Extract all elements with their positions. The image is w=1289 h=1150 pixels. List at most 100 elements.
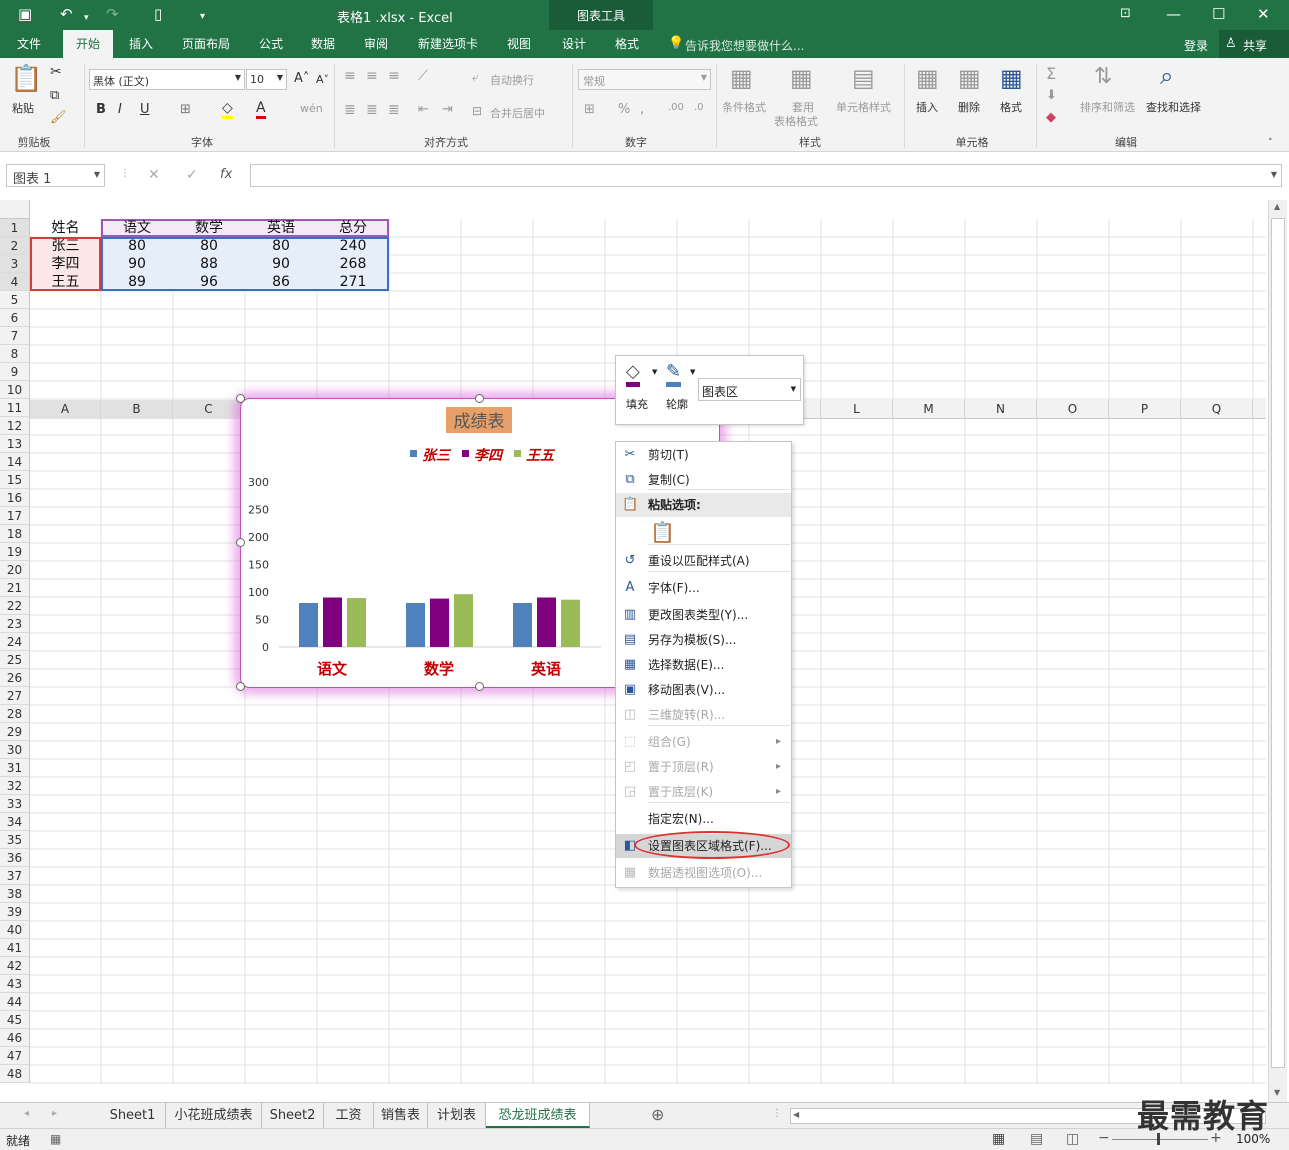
table-cell[interactable]: 240 [317,237,389,255]
scroll-down-icon[interactable]: ▼ [1274,1088,1280,1097]
paste-label[interactable]: 粘贴 [12,100,34,116]
align-left-icon[interactable]: ≣ [344,102,356,118]
row-header-27[interactable]: 27 [0,687,30,705]
row-header-18[interactable]: 18 [0,525,30,543]
align-top-icon[interactable]: ≡ [344,68,356,84]
row-header-46[interactable]: 46 [0,1029,30,1047]
row-header-9[interactable]: 9 [0,363,30,381]
column-header-l[interactable]: L [821,400,893,419]
table-cell[interactable]: 80 [245,237,317,255]
row-header-5[interactable]: 5 [0,291,30,309]
row-header-16[interactable]: 16 [0,489,30,507]
row-header-34[interactable]: 34 [0,813,30,831]
row-header-48[interactable]: 48 [0,1065,30,1083]
table-cell[interactable]: 王五 [30,273,101,291]
scroll-tabs-right-icon[interactable]: ▸ [52,1108,57,1119]
delete-cells-label[interactable]: 删除 [958,99,980,115]
menu-item[interactable]: 📋 粘贴选项: [616,493,791,517]
row-header-10[interactable]: 10 [0,381,30,399]
sheet-tab[interactable]: 计划表 [428,1103,486,1128]
column-header-b[interactable]: B [101,400,173,419]
menu-item[interactable]: ▣ 移动图表(V)... [616,678,791,702]
new-file-icon[interactable]: ▯ [154,5,162,23]
insert-cells-icon[interactable]: ▦ [916,64,939,92]
decrease-decimal-icon[interactable]: .0 [694,102,704,113]
format-cells-label[interactable]: 格式 [1000,99,1022,115]
resize-handle[interactable] [236,394,245,403]
tell-me-box[interactable]: 告诉我您想要做什么... [685,37,804,54]
column-header-q[interactable]: Q [1181,400,1253,419]
increase-indent-icon[interactable]: ⇥ [442,102,453,117]
share-button[interactable]: ♙ 共享 [1219,30,1289,58]
row-header-26[interactable]: 26 [0,669,30,687]
row-header-19[interactable]: 19 [0,543,30,561]
conditional-format-icon[interactable]: ▦ [730,64,753,92]
vertical-scroll-thumb[interactable] [1271,218,1285,1068]
decrease-indent-icon[interactable]: ⇤ [418,102,429,117]
sheet-tab[interactable]: 销售表 [374,1103,428,1128]
row-header-11[interactable]: 11 [0,399,30,417]
sheet-tab[interactable]: Sheet1 [100,1103,166,1128]
name-box[interactable]: 图表 1 ▼ [6,164,105,187]
fill-button[interactable]: ◇ ▼ 填充 [622,360,658,416]
row-header-43[interactable]: 43 [0,975,30,993]
row-header-15[interactable]: 15 [0,471,30,489]
table-cell[interactable]: 86 [245,273,317,291]
add-sheet-icon[interactable]: ⊕ [651,1105,664,1124]
table-cell[interactable]: 80 [101,237,173,255]
zoom-slider[interactable] [1112,1139,1208,1140]
conditional-format-label[interactable]: 条件格式 [722,99,766,115]
close-icon[interactable]: ✕ [1257,5,1270,23]
resize-handle[interactable] [236,538,245,547]
menu-item[interactable]: 指定宏(N)... [616,807,791,831]
row-header-30[interactable]: 30 [0,741,30,759]
table-cell[interactable]: 90 [245,255,317,273]
fill-icon[interactable]: ⬇ [1046,88,1057,103]
tab-data[interactable]: 数据 [300,30,346,58]
row-header-36[interactable]: 36 [0,849,30,867]
sheet-tab[interactable]: 恐龙班成绩表 [486,1103,590,1128]
row-header-47[interactable]: 47 [0,1047,30,1065]
resize-handle[interactable] [236,682,245,691]
row-header-8[interactable]: 8 [0,345,30,363]
table-header-cell[interactable]: 总分 [317,219,389,237]
row-header-20[interactable]: 20 [0,561,30,579]
resize-handle[interactable] [475,682,484,691]
orientation-icon[interactable]: ⟋ [418,68,428,84]
font-size-dropdown[interactable]: 10 ▼ [246,69,287,90]
row-header-32[interactable]: 32 [0,777,30,795]
align-right-icon[interactable]: ≣ [388,102,400,118]
vertical-scrollbar[interactable]: ▲ ▼ [1268,200,1287,1102]
menu-item[interactable]: ✂ 剪切(T) [616,443,791,467]
tab-formulas[interactable]: 公式 [248,30,294,58]
row-header-23[interactable]: 23 [0,615,30,633]
menu-item[interactable]: ↺ 重设以匹配样式(A) [616,549,791,573]
borders-icon[interactable]: ⊞ [180,102,191,117]
bold-icon[interactable]: B [96,102,106,117]
comma-icon[interactable]: , [640,102,644,117]
table-header-cell[interactable]: 数学 [173,219,245,237]
tab-home[interactable]: 开始 [63,30,113,58]
italic-icon[interactable]: I [118,102,122,117]
maximize-icon[interactable]: ☐ [1212,5,1225,23]
find-select-label[interactable]: 查找和选择 [1146,99,1201,115]
table-cell[interactable]: 96 [173,273,245,291]
paste-icon[interactable]: 📋 [10,64,42,94]
row-header-24[interactable]: 24 [0,633,30,651]
tab-design[interactable]: 设计 [551,30,597,58]
autosum-icon[interactable]: Σ [1046,64,1056,83]
table-header-cell[interactable]: 语文 [101,219,173,237]
sort-filter-icon[interactable]: ⇅ [1094,64,1112,89]
outline-button[interactable]: ✎ ▼ 轮廓 [662,360,698,416]
format-as-table-icon[interactable]: ▦ [790,64,813,92]
phonetic-icon[interactable]: wén [300,102,323,115]
table-cell[interactable]: 268 [317,255,389,273]
delete-cells-icon[interactable]: ▦ [958,64,981,92]
row-header-28[interactable]: 28 [0,705,30,723]
insert-cells-label[interactable]: 插入 [916,99,938,115]
format-as-table-label2[interactable]: 表格格式 [774,113,818,129]
row-header-13[interactable]: 13 [0,435,30,453]
row-header-4[interactable]: 4 [0,273,30,291]
row-header-42[interactable]: 42 [0,957,30,975]
copy-icon[interactable]: ⧉ [50,88,59,103]
